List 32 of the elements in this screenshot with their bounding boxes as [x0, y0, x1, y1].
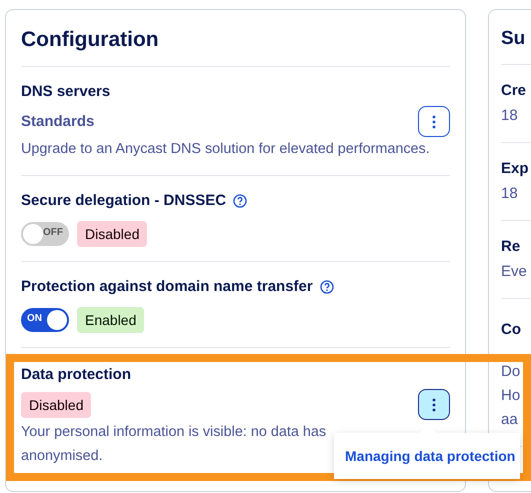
field-value: 18 — [501, 106, 519, 126]
card-title: Configuration — [21, 10, 450, 67]
field-value: 18 — [501, 184, 519, 204]
field-value: aa — [501, 410, 519, 430]
card-title: Su — [501, 10, 531, 65]
section-subtitle: Standards — [21, 113, 94, 130]
more-button[interactable] — [418, 106, 450, 137]
field-label: Exp — [501, 160, 530, 177]
section-title: Secure delegation - DNSSEC — [21, 192, 226, 209]
description-text: anonymised. — [21, 447, 103, 466]
toggle-switch[interactable]: OFF — [21, 222, 69, 246]
field-value: Eve — [501, 262, 528, 282]
help-icon[interactable] — [233, 194, 248, 208]
help-icon[interactable] — [320, 280, 334, 294]
field-label: Re — [501, 238, 522, 255]
toggle-switch[interactable]: ON — [21, 308, 69, 332]
kebab-icon — [432, 398, 436, 412]
kebab-icon — [432, 114, 436, 128]
section-title: Protection against domain name transfer — [21, 278, 313, 295]
field-label: Co — [501, 321, 522, 338]
status-badge: Disabled — [77, 221, 148, 247]
field-value: Ho — [501, 386, 522, 406]
field-value: Do — [501, 362, 522, 382]
section-title: DNS servers — [21, 83, 110, 100]
description-text: Upgrade to an Anycast DNS solution for elevated performances. — [21, 140, 430, 159]
section-title: Data protection — [21, 366, 132, 383]
more-button[interactable] — [418, 389, 450, 420]
description-text: Your personal information is visible: no data has — [21, 423, 326, 442]
status-badge: Enabled — [77, 307, 144, 333]
menu-link[interactable]: Managing data protection — [345, 448, 516, 464]
field-label: Cre — [501, 82, 528, 99]
status-badge: Disabled — [21, 392, 92, 418]
